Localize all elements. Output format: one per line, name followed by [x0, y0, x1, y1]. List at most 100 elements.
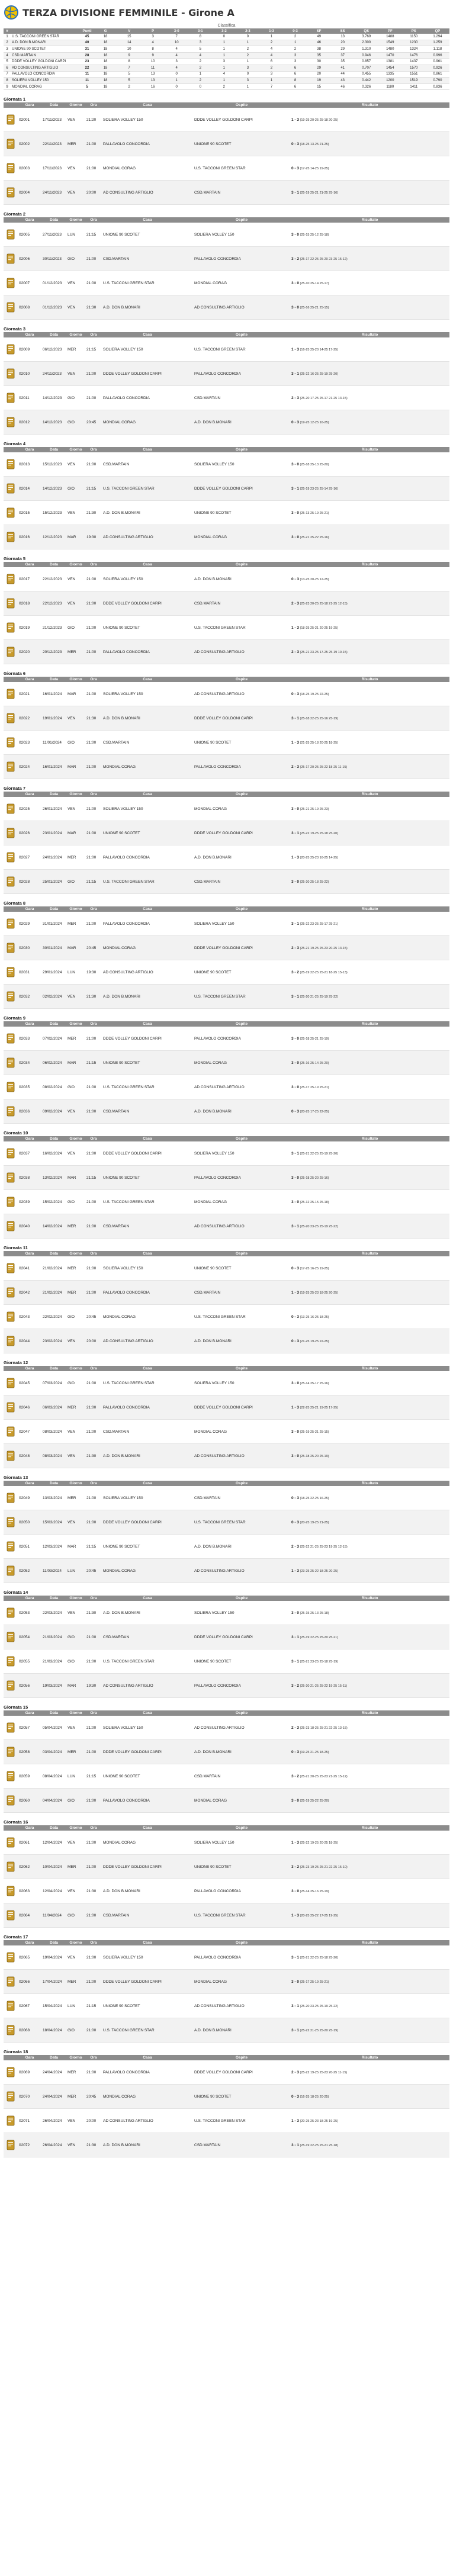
match-document-icon[interactable] — [7, 761, 15, 772]
match-row[interactable]: 02025 26/01/2024 VEN 21:00 SOLIERA VOLLEY 15… — [4, 797, 449, 822]
match-row[interactable]: 02060 04/04/2024 GIO 21:00 PALLAVOLO CONCORD… — [4, 1788, 449, 1813]
match-row[interactable]: 02056 19/03/2024 MAR 19:30 AD CONSULTING ART… — [4, 1673, 449, 1699]
match-document-icon[interactable] — [7, 991, 15, 1002]
match-row[interactable]: 02006 30/11/2023 GIO 21:00 CSD.MARTAIN PALLAV… — [4, 246, 449, 272]
match-row[interactable]: 02005 27/11/2023 LUN 21:15 UNIONE 90 SCOTET S… — [4, 223, 449, 247]
match-row[interactable]: 02024 16/01/2024 MAR 21:00 MONDIAL CORAG PALL… — [4, 754, 449, 780]
match-row[interactable]: 02037 16/02/2024 VEN 21:00 DDDE VOLLEY GOLDO… — [4, 1141, 449, 1166]
match-document-icon[interactable] — [7, 1722, 15, 1733]
match-document-icon[interactable] — [7, 1106, 15, 1117]
match-document-icon[interactable] — [7, 967, 15, 977]
match-row[interactable]: 02062 10/04/2024 MER 21:00 DDDE VOLLEY GOLDO… — [4, 1854, 449, 1880]
match-row[interactable]: 02004 24/11/2023 VEN 20:00 AD CONSULTING ART… — [4, 180, 449, 205]
match-document-icon[interactable] — [7, 368, 15, 379]
match-row[interactable]: 02020 20/12/2023 MER 21:00 PALLAVOLO CONCORD… — [4, 639, 449, 665]
match-document-icon[interactable] — [7, 1311, 15, 1322]
match-document-icon[interactable] — [7, 114, 15, 125]
match-document-icon[interactable] — [7, 1451, 15, 1461]
match-row[interactable]: 02041 21/02/2024 MER 21:00 SOLIERA VOLLEY 15… — [4, 1256, 449, 1281]
match-row[interactable]: 02034 06/02/2024 MAR 21:15 UNIONE 90 SCOTET M… — [4, 1050, 449, 1076]
match-document-icon[interactable] — [7, 852, 15, 863]
match-row[interactable]: 02027 24/01/2024 MER 21:00 PALLAVOLO CONCORD… — [4, 845, 449, 870]
match-row[interactable]: 02031 29/01/2024 LUN 19:30 AD CONSULTING ART… — [4, 960, 449, 985]
match-document-icon[interactable] — [7, 1607, 15, 1618]
match-row[interactable]: 02061 12/04/2024 VEN 21:00 MONDIAL CORAG SOLI… — [4, 1831, 449, 1855]
match-row[interactable]: 02048 08/03/2024 VEN 21:30 A.D. DON B.MONARI… — [4, 1443, 449, 1469]
match-document-icon[interactable] — [7, 2115, 15, 2126]
match-row[interactable]: 02029 31/01/2024 MER 21:00 PALLAVOLO CONCORD… — [4, 912, 449, 937]
match-document-icon[interactable] — [7, 393, 15, 403]
match-row[interactable]: 02035 08/02/2024 GIO 21:00 U.S. TACCONI GREE… — [4, 1075, 449, 1100]
match-document-icon[interactable] — [7, 1517, 15, 1527]
match-row[interactable]: 02065 19/04/2024 VEN 21:00 SOLIERA VOLLEY 15… — [4, 1945, 449, 1970]
match-row[interactable]: 02009 06/12/2023 MER 21:15 SOLIERA VOLLEY 15… — [4, 337, 449, 362]
match-document-icon[interactable] — [7, 1771, 15, 1781]
match-row[interactable]: 02072 26/04/2024 VEN 21:30 A.D. DON B.MONARI… — [4, 2133, 449, 2158]
match-row[interactable]: 02070 24/04/2024 MER 20:45 MONDIAL CORAG UNIO… — [4, 2084, 449, 2109]
match-document-icon[interactable] — [7, 1033, 15, 1044]
match-row[interactable]: 02054 21/03/2024 GIO 21:00 CSD.MARTAIN DDDE V… — [4, 1625, 449, 1650]
match-row[interactable]: 02040 14/02/2024 MER 21:00 CSD.MARTAIN AD CON… — [4, 1214, 449, 1239]
match-row[interactable]: 02017 22/12/2023 VEN 21:00 SOLIERA VOLLEY 15… — [4, 567, 449, 592]
match-row[interactable]: 02011 14/12/2023 GIO 21:00 PALLAVOLO CONCORD… — [4, 385, 449, 411]
match-row[interactable]: 02022 19/01/2024 VEN 21:30 A.D. DON B.MONARI… — [4, 706, 449, 731]
match-row[interactable]: 02063 12/04/2024 VEN 21:30 A.D. DON B.MONARI… — [4, 1879, 449, 1904]
match-row[interactable]: 02049 13/03/2024 MER 21:00 SOLIERA VOLLEY 15… — [4, 1486, 449, 1511]
match-row[interactable]: 02043 22/02/2024 GIO 20:45 MONDIAL CORAG U.S.… — [4, 1304, 449, 1330]
match-document-icon[interactable] — [7, 689, 15, 699]
match-document-icon[interactable] — [7, 302, 15, 313]
match-document-icon[interactable] — [7, 187, 15, 198]
match-row[interactable]: 02010 24/11/2023 VEN 21:00 DDDE VOLLEY GOLDO… — [4, 361, 449, 387]
match-document-icon[interactable] — [7, 622, 15, 633]
match-row[interactable]: 02013 15/12/2023 VEN 21:00 CSD.MARTAIN SOLIER… — [4, 452, 449, 477]
match-row[interactable]: 02016 12/12/2023 MAR 19:30 AD CONSULTING ART… — [4, 525, 449, 550]
match-row[interactable]: 02007 01/12/2023 VEN 21:00 U.S. TACCONI GREE… — [4, 271, 449, 296]
match-row[interactable]: 02030 30/01/2024 MAR 20:45 MONDIAL CORAG DDDE… — [4, 935, 449, 961]
match-document-icon[interactable] — [7, 1680, 15, 1691]
match-document-icon[interactable] — [7, 2091, 15, 2102]
match-document-icon[interactable] — [7, 344, 15, 355]
match-row[interactable]: 02059 08/04/2024 LUN 21:15 UNIONE 90 SCOTET C… — [4, 1764, 449, 1789]
match-document-icon[interactable] — [7, 943, 15, 953]
match-document-icon[interactable] — [7, 1082, 15, 1092]
match-document-icon[interactable] — [7, 574, 15, 584]
match-document-icon[interactable] — [7, 1287, 15, 1298]
match-row[interactable]: 02042 21/02/2024 MER 21:00 PALLAVOLO CONCORD… — [4, 1280, 449, 1305]
match-document-icon[interactable] — [7, 253, 15, 264]
match-document-icon[interactable] — [7, 139, 15, 149]
match-document-icon[interactable] — [7, 1910, 15, 1921]
match-row[interactable]: 02050 15/03/2024 VEN 21:00 DDDE VOLLEY GOLDO… — [4, 1510, 449, 1535]
match-document-icon[interactable] — [7, 1886, 15, 1896]
match-document-icon[interactable] — [7, 876, 15, 887]
match-row[interactable]: 02055 21/03/2024 GIO 21:00 U.S. TACCONI GREE… — [4, 1649, 449, 1674]
match-row[interactable]: 02018 22/12/2023 VEN 21:00 DDDE VOLLEY GOLDO… — [4, 591, 449, 616]
match-document-icon[interactable] — [7, 2025, 15, 2035]
match-row[interactable]: 02045 07/03/2024 GIO 21:00 U.S. TACCONI GREE… — [4, 1371, 449, 1396]
match-row[interactable]: 02047 08/03/2024 VEN 21:00 CSD.MARTAIN MONDIA… — [4, 1419, 449, 1445]
match-row[interactable]: 02003 17/11/2023 VEN 21:00 MONDIAL CORAG U.S.… — [4, 156, 449, 181]
match-document-icon[interactable] — [7, 483, 15, 494]
match-document-icon[interactable] — [7, 598, 15, 609]
match-document-icon[interactable] — [7, 647, 15, 657]
match-document-icon[interactable] — [7, 1493, 15, 1503]
match-row[interactable]: 02071 26/04/2024 VEN 20:00 AD CONSULTING ART… — [4, 2108, 449, 2134]
match-row[interactable]: 02008 01/12/2023 VEN 21:30 A.D. DON B.MONARI… — [4, 295, 449, 320]
match-row[interactable]: 02067 15/04/2024 LUN 21:15 UNIONE 90 SCOTET A… — [4, 1993, 449, 2019]
match-row[interactable]: 02039 15/02/2024 GIO 21:00 U.S. TACCONI GREE… — [4, 1189, 449, 1215]
match-document-icon[interactable] — [7, 1565, 15, 1576]
match-row[interactable]: 02036 09/02/2024 VEN 21:00 CSD.MARTAIN A.D. D… — [4, 1099, 449, 1124]
match-document-icon[interactable] — [7, 1197, 15, 1207]
match-document-icon[interactable] — [7, 417, 15, 427]
match-row[interactable]: 02058 03/04/2024 MER 21:00 DDDE VOLLEY GOLDO… — [4, 1739, 449, 1765]
match-row[interactable]: 02023 11/01/2024 GIO 21:00 CSD.MARTAIN UNIONE… — [4, 730, 449, 755]
match-document-icon[interactable] — [7, 1632, 15, 1642]
match-row[interactable]: 02066 17/04/2024 MER 21:00 DDDE VOLLEY GOLDO… — [4, 1969, 449, 1995]
match-document-icon[interactable] — [7, 1402, 15, 1413]
match-document-icon[interactable] — [7, 1747, 15, 1757]
match-row[interactable]: 02052 11/03/2024 LUN 20:45 MONDIAL CORAG AD C… — [4, 1558, 449, 1584]
match-document-icon[interactable] — [7, 1336, 15, 1346]
match-document-icon[interactable] — [7, 1426, 15, 1437]
match-document-icon[interactable] — [7, 278, 15, 288]
match-row[interactable]: 02015 15/12/2023 VEN 21:30 A.D. DON B.MONARI… — [4, 500, 449, 526]
match-document-icon[interactable] — [7, 1148, 15, 1159]
